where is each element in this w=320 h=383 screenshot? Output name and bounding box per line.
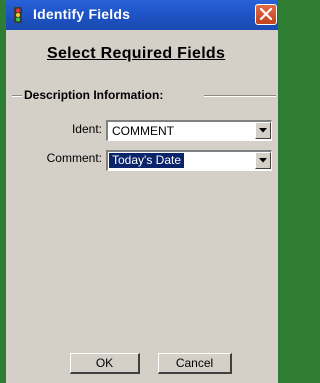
window-title: Identify Fields — [33, 6, 131, 22]
ident-value: COMMENT — [112, 124, 174, 138]
group-divider-left — [12, 95, 22, 97]
identify-fields-dialog: Identify Fields Select Required Fields D… — [6, 0, 278, 383]
comment-label: Comment: — [46, 151, 102, 165]
chevron-down-icon — [259, 158, 267, 163]
page-title: Select Required Fields — [47, 45, 226, 62]
ident-dropdown[interactable]: COMMENT — [106, 120, 272, 141]
chevron-down-icon — [259, 128, 267, 133]
group-label: Description Information: — [24, 88, 164, 102]
traffic-light-icon — [12, 7, 24, 23]
group-divider-right — [204, 95, 276, 97]
ident-dropdown-button[interactable] — [255, 122, 271, 139]
title-bar[interactable]: Identify Fields — [6, 0, 278, 30]
comment-dropdown-button[interactable] — [255, 152, 271, 169]
close-button[interactable] — [255, 4, 277, 25]
cancel-button[interactable]: Cancel — [158, 353, 232, 374]
ok-button[interactable]: OK — [70, 353, 140, 374]
comment-dropdown[interactable]: Today's Date — [106, 150, 272, 171]
comment-value: Today's Date — [109, 153, 184, 168]
ident-label: Ident: — [71, 122, 102, 136]
close-icon — [260, 8, 272, 20]
